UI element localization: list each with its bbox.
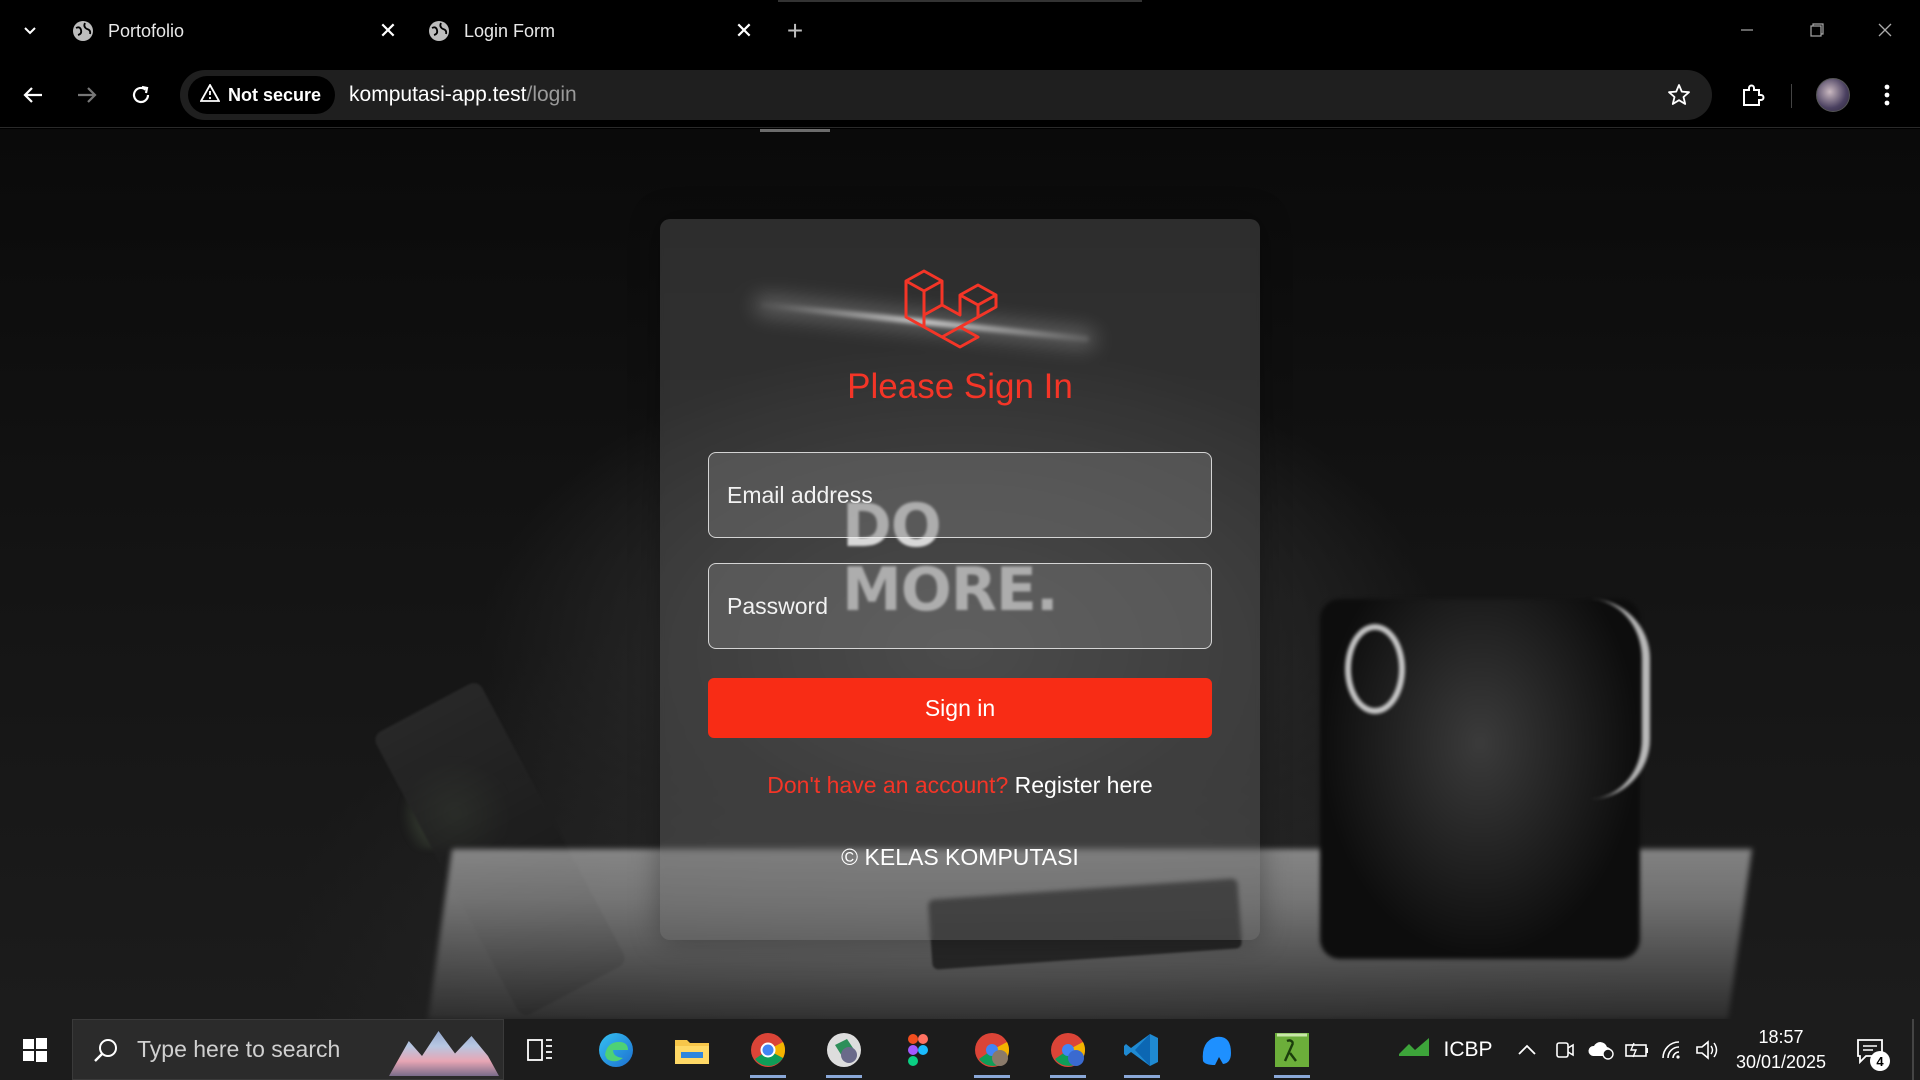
url-host: komputasi-app.test: [349, 83, 527, 106]
active-app-indicator: [1050, 1075, 1086, 1078]
figma-icon[interactable]: [888, 1025, 948, 1075]
chrome-icon[interactable]: [738, 1025, 798, 1078]
warning-triangle-icon: [199, 82, 221, 107]
close-window-icon[interactable]: [1862, 10, 1908, 50]
reload-icon[interactable]: [122, 76, 160, 114]
copyright-text: © KELAS KOMPUTASI: [841, 844, 1079, 870]
chrome-profile-2-icon[interactable]: [962, 1025, 1022, 1078]
back-arrow-icon[interactable]: [14, 76, 52, 114]
windows-start-icon[interactable]: [0, 1019, 70, 1080]
chrome-profile-3-icon[interactable]: [1038, 1025, 1098, 1078]
file-explorer-icon[interactable]: [662, 1025, 722, 1075]
background-speaker-light: [1345, 624, 1405, 714]
email-field[interactable]: [708, 452, 1212, 538]
task-view-icon[interactable]: [510, 1025, 570, 1075]
globe-icon: [428, 20, 450, 42]
bookmark-star-icon[interactable]: [1664, 80, 1694, 110]
password-field[interactable]: [708, 563, 1212, 649]
battery-icon[interactable]: [1620, 1019, 1654, 1080]
search-placeholder: Type here to search: [137, 1036, 341, 1062]
clock-time: 18:57: [1758, 1027, 1804, 1047]
meet-now-icon[interactable]: [1548, 1019, 1582, 1080]
stock-ticker: ICBP: [1443, 1037, 1493, 1061]
active-app-indicator: [1274, 1075, 1310, 1078]
chrome-profile-icon[interactable]: [814, 1025, 874, 1078]
show-desktop-button[interactable]: [1912, 1019, 1914, 1080]
tab-close-icon[interactable]: ✕: [730, 17, 758, 45]
search-icon: [91, 1035, 121, 1065]
tab-close-icon[interactable]: ✕: [374, 17, 402, 45]
blue-app-icon[interactable]: [1186, 1025, 1246, 1075]
register-link[interactable]: Register here: [1015, 772, 1153, 798]
lambda-app-icon[interactable]: [1262, 1025, 1322, 1078]
tab-portofolio[interactable]: Portofolio ✕: [64, 8, 414, 54]
page-viewport: DO MORE. Please Sign In Sign in Don't ha…: [0, 129, 1920, 1019]
address-bar[interactable]: Not secure komputasi-app.test/login: [180, 70, 1712, 120]
notification-count-badge: 4: [1870, 1051, 1890, 1071]
tab-title: Portofolio: [108, 20, 185, 41]
active-app-indicator: [750, 1075, 786, 1078]
tab-strip-indicator: [778, 0, 1142, 2]
active-app-indicator: [826, 1075, 862, 1078]
extensions-puzzle-icon[interactable]: [1734, 76, 1772, 114]
onedrive-sync-icon[interactable]: [1584, 1019, 1618, 1080]
tab-search-chevron-icon[interactable]: [14, 14, 46, 46]
volume-icon[interactable]: [1690, 1019, 1724, 1080]
login-card: DO MORE. Please Sign In Sign in Don't ha…: [660, 219, 1260, 940]
url-path: /login: [526, 83, 577, 106]
security-indicator[interactable]: Not secure: [188, 76, 336, 114]
sign-in-button[interactable]: Sign in: [708, 678, 1212, 738]
notification-center-icon[interactable]: 4: [1850, 1031, 1890, 1071]
page-title: Please Sign In: [847, 367, 1073, 406]
stock-trend-icon: [1397, 1036, 1431, 1064]
vscode-icon[interactable]: [1112, 1025, 1172, 1078]
browser-toolbar: Not secure komputasi-app.test/login: [0, 62, 1920, 128]
url-text[interactable]: komputasi-app.test/login: [349, 83, 577, 107]
system-clock[interactable]: 18:57 30/01/2025: [1726, 1025, 1836, 1075]
edge-browser-icon[interactable]: [586, 1025, 646, 1075]
globe-icon: [72, 20, 94, 42]
register-prompt: Don't have an account?: [767, 772, 1009, 798]
new-tab-button[interactable]: +: [778, 14, 812, 48]
register-line: Don't have an account? Register here: [660, 772, 1260, 799]
forward-arrow-icon[interactable]: [68, 76, 106, 114]
active-app-indicator: [974, 1075, 1010, 1078]
background-light-strip: [760, 129, 830, 132]
more-menu-icon[interactable]: [1870, 76, 1904, 114]
chevron-up-icon[interactable]: [1510, 1019, 1544, 1080]
taskbar-search-box[interactable]: Type here to search: [72, 1019, 504, 1080]
tab-title: Login Form: [464, 20, 556, 41]
search-highlight-image[interactable]: [389, 1031, 499, 1076]
active-app-indicator: [1124, 1075, 1160, 1078]
security-label: Not secure: [228, 84, 322, 105]
profile-avatar[interactable]: [1816, 78, 1850, 112]
toolbar-divider: [1791, 84, 1792, 108]
windows-taskbar: Type here to search ICBP 18:57 30/01/202…: [0, 1019, 1920, 1080]
browser-tab-bar: Portofolio ✕ Login Form ✕ +: [0, 0, 1920, 62]
stock-widget[interactable]: ICBP: [1390, 1019, 1500, 1080]
clock-date: 30/01/2025: [1735, 1052, 1827, 1072]
background-speaker-light: [1590, 599, 1650, 799]
wifi-icon[interactable]: [1656, 1019, 1690, 1080]
laravel-logo-icon: [904, 269, 998, 349]
minimize-icon[interactable]: [1724, 10, 1770, 50]
restore-icon[interactable]: [1794, 10, 1840, 50]
tab-login-form[interactable]: Login Form ✕: [420, 8, 770, 54]
